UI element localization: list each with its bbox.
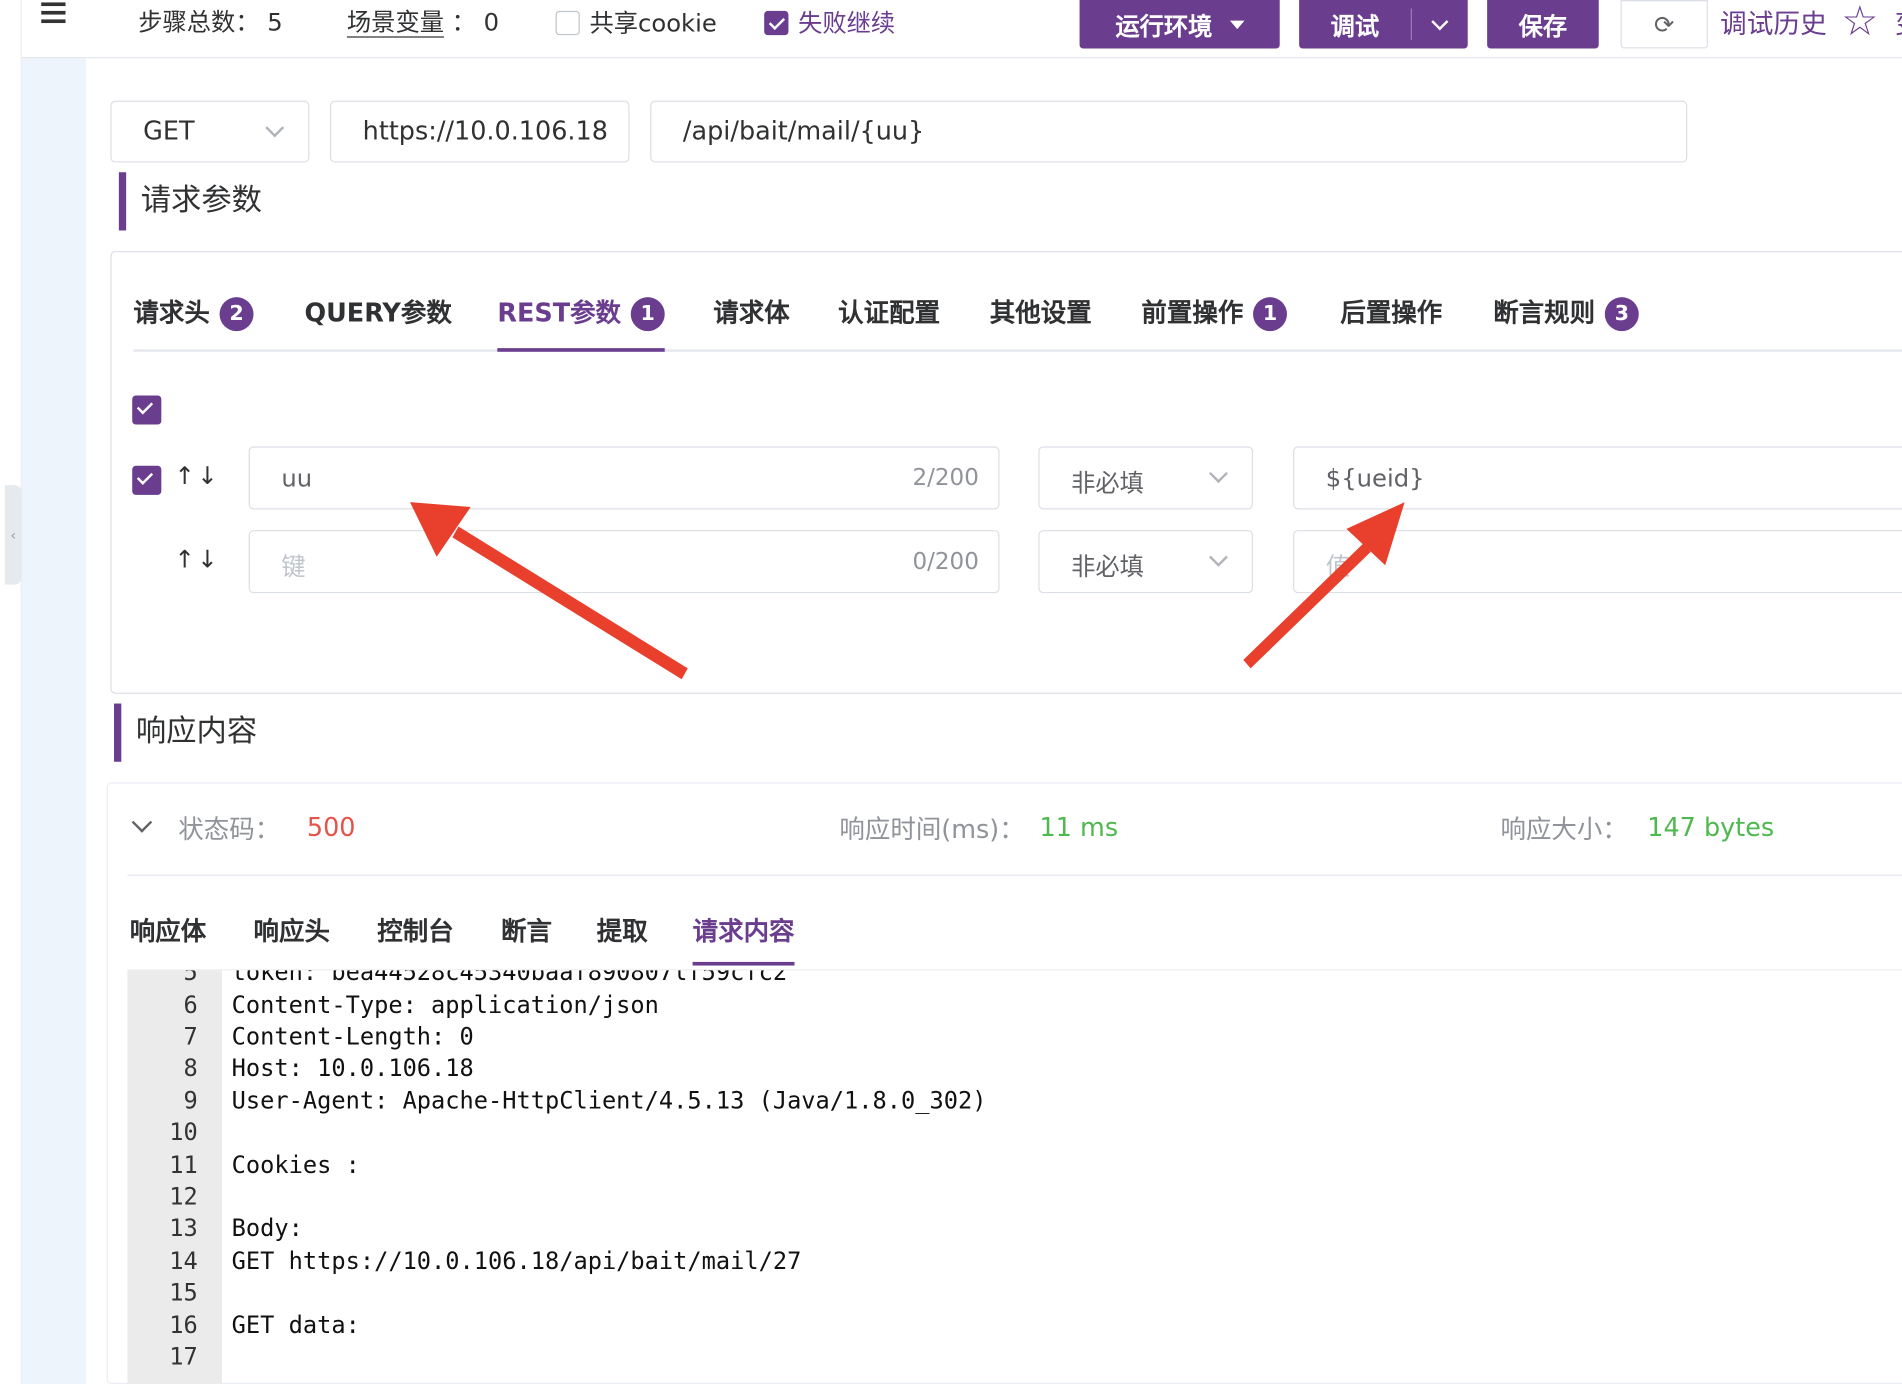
refresh-button[interactable]: ⟳ [1620,0,1708,49]
response-time-label: 响应时间(ms)： [839,815,1025,845]
debug-button[interactable]: 调试 [1299,0,1468,49]
fail-continue-label: 失败继续 [798,8,896,38]
collapse-handle-icon[interactable]: ‹ [4,485,22,585]
required-select[interactable]: 非必填 [1038,446,1254,510]
save-label: 保存 [1518,11,1568,41]
param-value-input[interactable]: 值 [1293,530,1902,594]
tab-console[interactable]: 控制台 [377,910,453,971]
left-rail [0,0,22,1384]
menu-icon[interactable] [41,2,68,24]
debug-dropdown[interactable] [1412,12,1468,30]
tab-post-operations[interactable]: 后置操作 [1340,294,1442,352]
tab-rest-params[interactable]: REST参数 1 [497,294,665,352]
toolbar: 步骤总数： 5 场景变量 ： 0 共享cookie 失败继续 运行环境 调试 保… [21,0,1902,59]
debug-label[interactable]: 调试 [1299,7,1411,42]
chevron-down-icon [1431,12,1449,30]
required-select[interactable]: 非必填 [1038,530,1254,594]
host-input[interactable]: https://10.0.106.18 [329,100,630,163]
steps-label: 步骤总数 [138,7,236,37]
run-environment-label: 运行环境 [1115,11,1213,41]
param-value: ${ueid} [1325,463,1425,493]
chevron-down-icon [265,118,285,138]
status-code-label: 状态码： [178,815,281,845]
param-key-input[interactable]: uu 2/200 [248,446,1000,510]
chevron-down-icon [1209,547,1228,567]
select-all-checkbox[interactable] [132,395,162,425]
count-badge: 1 [1253,297,1287,332]
status-code-value: 500 [306,812,356,842]
debug-history-link[interactable]: 调试历史 [1720,2,1827,41]
required-value: 非必填 [1071,468,1144,498]
param-value-placeholder: 值 [1325,551,1351,582]
response-time-value: 11 ms [1039,812,1119,842]
tab-query-params[interactable]: QUERY参数 [304,294,451,352]
path-value: /api/bait/mail/{uu} [682,116,925,146]
tab-extract[interactable]: 提取 [597,910,648,971]
tab-request-content[interactable]: 请求内容 [692,910,795,966]
method-select[interactable]: GET [110,100,310,163]
tab-assertion-rules[interactable]: 断言规则 3 [1493,294,1639,352]
path-input[interactable]: /api/bait/mail/{uu} [650,100,1688,163]
tab-response-headers[interactable]: 响应头 [254,910,330,971]
scene-vars-value: 0 [483,7,500,37]
count-badge: 1 [630,297,665,332]
host-value: https://10.0.106.18 [362,116,608,146]
param-key-placeholder: 键 [281,551,306,582]
tab-other-settings[interactable]: 其他设置 [990,294,1092,352]
tab-pre-operations[interactable]: 前置操作 1 [1141,294,1287,352]
chevron-down-icon [1209,464,1228,484]
checkbox-icon[interactable] [764,10,789,36]
tab-assertions[interactable]: 断言 [501,910,552,971]
star-icon[interactable]: ☆ [1841,0,1878,46]
params-tabs: 请求头 2 QUERY参数 REST参数 1 请求体 认证配置 其他设置 前置操作 1… [133,294,1902,352]
sort-arrows-icon[interactable]: ↑↓ [175,461,221,490]
tab-response-body[interactable]: 响应体 [130,910,206,971]
response-summary: 状态码： 500 响应时间(ms)： 11 ms 响应大小： 147 bytes [127,784,1902,876]
count-badge: 2 [219,297,254,332]
steps-value: 5 [267,7,283,37]
caret-down-icon [1229,20,1244,29]
response-size-value: 147 bytes [1647,812,1775,842]
side-strip [21,58,87,1384]
checkbox-icon[interactable] [555,10,580,36]
scene-vars[interactable]: 场景变量 ： 0 [346,2,500,38]
required-value: 非必填 [1071,551,1144,582]
param-value-input[interactable]: ${ueid} [1293,446,1902,510]
app-window: ‹ 步骤总数： 5 场景变量 ： 0 共享cookie 失败继续 运行环境 调试… [0,0,1902,1384]
row-checkbox[interactable] [132,465,162,495]
params-panel: 请求头 2 QUERY参数 REST参数 1 请求体 认证配置 其他设置 前置操作 1… [110,251,1902,694]
method-value: GET [143,116,195,146]
refresh-icon: ⟳ [1654,9,1675,39]
response-tabs: 响应体 响应头 控制台 断言 提取 请求内容 [127,910,1902,971]
tab-auth-config[interactable]: 认证配置 [838,294,940,352]
char-count: 0/200 [912,548,979,575]
param-key-value: uu [281,463,313,493]
scene-vars-label[interactable]: 场景变量 [346,7,444,38]
response-title: 响应内容 [114,703,257,762]
request-params-title: 请求参数 [118,172,262,231]
sort-arrows-icon[interactable]: ↑↓ [175,545,221,574]
char-count: 2/200 [912,464,979,492]
share-cookie-label: 共享cookie [589,8,717,38]
run-environment-button[interactable]: 运行环境 [1079,0,1280,49]
tab-request-headers[interactable]: 请求头 2 [133,294,254,352]
truncated-toolbar-text[interactable]: 变 [1895,2,1902,41]
response-panel: 状态码： 500 响应时间(ms)： 11 ms 响应大小： 147 bytes… [106,782,1902,1384]
response-size-label: 响应大小： [1500,815,1628,845]
steps-count: 步骤总数： 5 [138,7,283,37]
count-badge: 3 [1604,297,1639,332]
code-viewer[interactable]: 5 token: bea44528c45340baaf890807lf59cfc2… [127,970,1902,1384]
chevron-down-icon[interactable] [131,812,153,833]
save-button[interactable]: 保存 [1487,0,1599,49]
param-key-input[interactable]: 键 0/200 [248,530,1000,594]
fail-continue-checkbox[interactable]: 失败继续 [764,4,895,39]
share-cookie-checkbox[interactable]: 共享cookie [555,4,717,39]
tab-request-body[interactable]: 请求体 [713,294,789,352]
